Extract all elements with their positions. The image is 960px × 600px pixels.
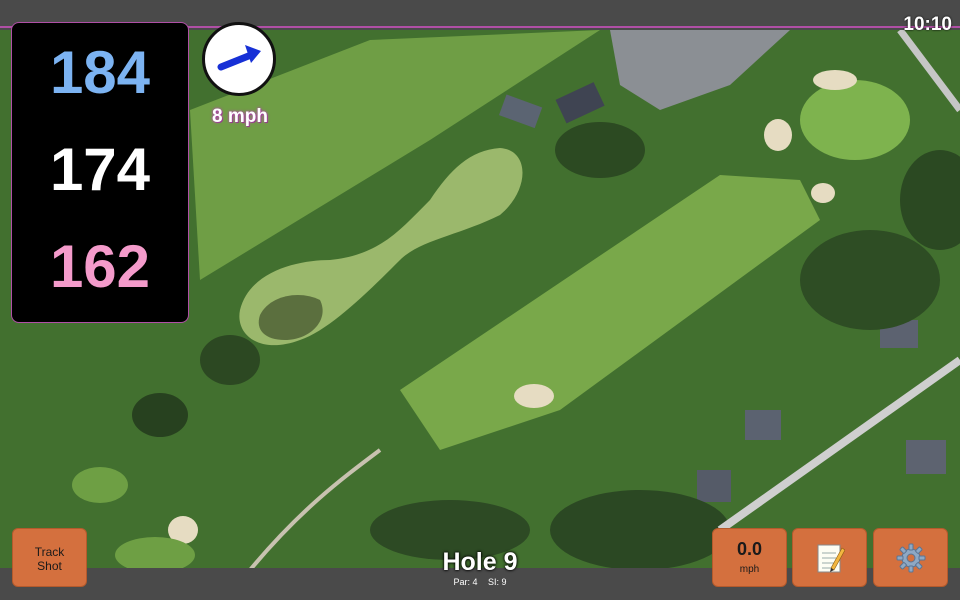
wind-speed-label: 8 mph bbox=[212, 106, 268, 127]
clock: 10:10 bbox=[903, 14, 952, 35]
notes-button[interactable] bbox=[792, 528, 867, 587]
hole-title: Hole 9 bbox=[442, 548, 518, 576]
wind-dial bbox=[202, 22, 276, 96]
hole-info: Par: 4 SI: 9 bbox=[380, 577, 580, 587]
middle-distance: 174 bbox=[49, 136, 151, 203]
notepad-icon bbox=[817, 544, 845, 572]
back-distance: 184 bbox=[49, 39, 151, 106]
distance-panel: 184 174 162 bbox=[11, 22, 189, 323]
gear-icon bbox=[896, 543, 925, 572]
front-distance: 162 bbox=[49, 233, 151, 300]
track-shot-label-line2: Shot bbox=[37, 559, 62, 573]
settings-button[interactable] bbox=[873, 528, 948, 587]
track-shot-label-line1: Track bbox=[34, 545, 65, 559]
wind-arrow-icon bbox=[217, 45, 261, 71]
hole-par: Par: 4 bbox=[453, 577, 478, 587]
hole-stroke-index: SI: 9 bbox=[488, 577, 507, 587]
track-shot-button[interactable]: Track Shot bbox=[12, 528, 87, 587]
speed-button[interactable]: 0.0 mph bbox=[712, 528, 787, 587]
speed-unit: mph bbox=[739, 564, 760, 575]
speed-value: 0.0 bbox=[736, 539, 763, 559]
